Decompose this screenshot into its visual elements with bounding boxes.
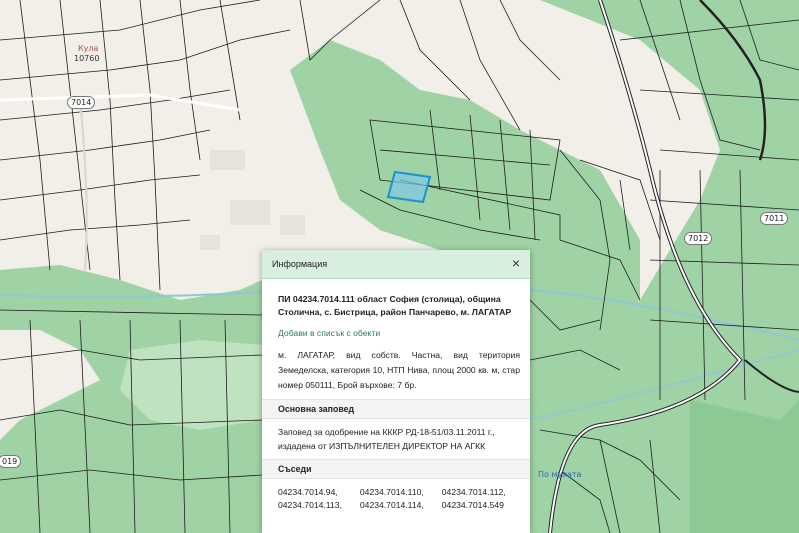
info-panel-title: Информация (272, 259, 328, 269)
add-to-list-link[interactable]: Добави в списък с обекти (278, 328, 520, 338)
road-number-badge: 7012 (684, 232, 713, 245)
selected-parcel (386, 170, 432, 204)
neighbor-parcel-link[interactable]: 04234.7014.112, (442, 487, 506, 497)
poi-label[interactable]: По мухата (538, 470, 581, 479)
parcel-title: ПИ 04234.7014.111 област София (столица)… (278, 294, 512, 317)
order-text: Заповед за одобрение на КККР РД-18-51/03… (278, 427, 495, 451)
road-number-badge: 019 (0, 455, 22, 468)
parcel-details: м. ЛАГАТАР, вид собств. Частна, вид тери… (278, 350, 520, 390)
close-icon[interactable]: × (508, 255, 524, 271)
road-number-badge: 7014 (67, 96, 96, 109)
place-label: Кула (78, 44, 99, 53)
neighbors-heading: Съседи (262, 459, 530, 479)
neighbor-parcel-link[interactable]: 04234.7014.549 (442, 500, 506, 510)
road-number-badge: 7011 (760, 212, 789, 225)
neighbors-list: 04234.7014.94, 04234.7014.110, 04234.701… (278, 487, 520, 510)
info-panel-header: Информация × (262, 250, 530, 279)
info-panel: Информация × ПИ 04234.7014.111 област Со… (262, 250, 530, 533)
place-label: 10760 (74, 54, 100, 63)
neighbor-parcel-link[interactable]: 04234.7014.94, (278, 487, 342, 497)
info-panel-body: ПИ 04234.7014.111 област София (столица)… (262, 279, 530, 510)
neighbor-parcel-link[interactable]: 04234.7014.114, (360, 500, 424, 510)
neighbor-parcel-link[interactable]: 04234.7014.113, (278, 500, 342, 510)
order-heading: Основна заповед (262, 399, 530, 419)
neighbor-parcel-link[interactable]: 04234.7014.110, (360, 487, 424, 497)
